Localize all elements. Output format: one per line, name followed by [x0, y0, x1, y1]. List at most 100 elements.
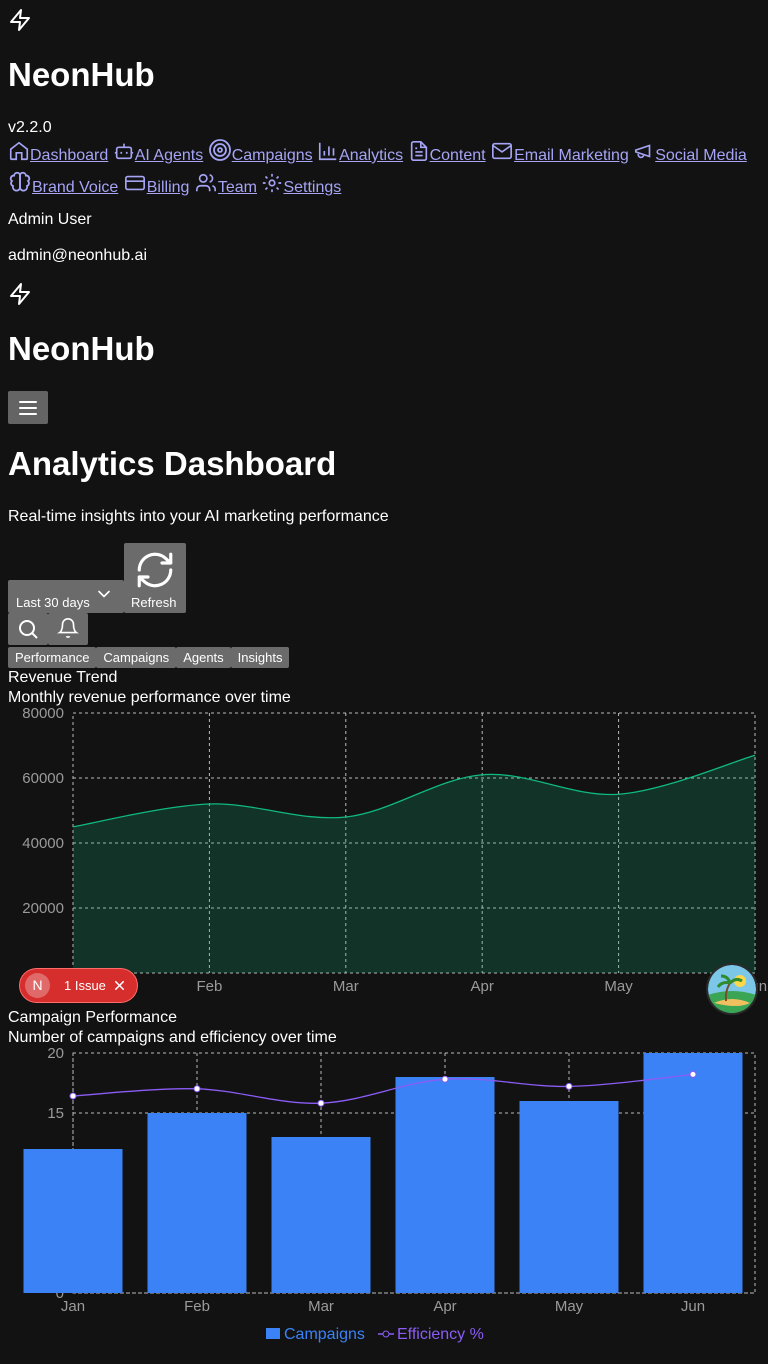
nav-item-brand-voice[interactable]: Brand Voice — [8, 171, 118, 196]
app-version: v2.2.0 — [8, 119, 52, 136]
legend-swatch-campaigns — [266, 1328, 280, 1339]
nav-label-brand-voice[interactable]: Brand Voice — [32, 179, 118, 196]
efficiency-point — [193, 1085, 201, 1093]
nav-item-dashboard[interactable]: Dashboard — [8, 141, 108, 164]
efficiency-point — [689, 1070, 697, 1078]
efficiency-point — [69, 1092, 77, 1100]
campaign-bar — [23, 1149, 123, 1293]
x-tick-label: Apr — [471, 978, 494, 995]
issue-avatar: N — [25, 973, 50, 998]
date-range-value: Last 30 days — [16, 595, 90, 610]
brain-icon — [8, 170, 32, 194]
nav-item-social-media[interactable]: Social Media — [633, 144, 747, 164]
page-title: Analytics Dashboard — [8, 445, 337, 482]
hamburger-menu-icon — [16, 396, 40, 420]
x-tick-label: Feb — [196, 978, 222, 995]
megaphone-icon — [633, 140, 655, 162]
campaign-bar — [395, 1077, 495, 1293]
y-tick-label: 20000 — [22, 900, 64, 917]
gear-icon — [261, 172, 283, 194]
legend-label-efficiency: Efficiency % — [397, 1326, 484, 1343]
menu-button[interactable] — [8, 391, 48, 424]
user-email: admin@neonhub.ai — [8, 247, 148, 264]
x-tick-label: Mar — [333, 978, 359, 995]
nav-label-settings[interactable]: Settings — [283, 179, 341, 196]
nav-label-social-media[interactable]: Social Media — [655, 147, 747, 164]
bar-chart-icon — [317, 140, 339, 162]
user-name: Admin User — [8, 211, 92, 228]
search-button[interactable] — [8, 613, 48, 645]
credit-card-icon — [123, 172, 147, 194]
efficiency-point — [317, 1099, 325, 1107]
nav-label-email-marketing[interactable]: Email Marketing — [514, 147, 629, 164]
users-icon — [194, 172, 218, 194]
bell-icon — [57, 617, 79, 639]
campaign-bar — [147, 1113, 247, 1293]
x-tick-label: Jun — [681, 1298, 705, 1315]
nav-label-ai-agents[interactable]: AI Agents — [135, 147, 204, 164]
page-subtitle: Real-time insights into your AI marketin… — [8, 508, 389, 525]
home-icon — [8, 140, 30, 162]
assistant-avatar[interactable] — [708, 965, 756, 1013]
file-text-icon — [408, 140, 430, 162]
nav-item-analytics[interactable]: Analytics — [317, 142, 403, 164]
nav-item-campaigns[interactable]: Campaigns — [208, 139, 313, 164]
y-tick-label: 15 — [47, 1105, 64, 1122]
x-tick-label: Mar — [308, 1298, 334, 1315]
nav-item-email-marketing[interactable]: Email Marketing — [490, 142, 629, 164]
nav-item-ai-agents[interactable]: AI Agents — [113, 143, 204, 164]
tabs-list: Performance Campaigns Agents Insights — [8, 647, 291, 668]
x-tick-label: May — [555, 1298, 584, 1315]
revenue-chart-title: Revenue Trend — [8, 669, 118, 686]
x-tick-label: Jan — [61, 1298, 85, 1315]
nav-item-settings[interactable]: Settings — [261, 173, 341, 196]
mail-icon — [490, 140, 514, 162]
y-tick-label: 60000 — [22, 770, 64, 787]
nav-item-team[interactable]: Team — [194, 173, 257, 196]
issues-badge[interactable]: N 1 Issue — [20, 969, 137, 1002]
target-icon — [208, 138, 232, 162]
tab-insights[interactable]: Insights — [230, 647, 290, 668]
y-tick-label: 80000 — [22, 705, 64, 722]
nav-label-team[interactable]: Team — [218, 179, 257, 196]
y-tick-label: 20 — [47, 1045, 64, 1062]
lightning-logo-icon — [8, 8, 32, 32]
tab-campaigns[interactable]: Campaigns — [96, 647, 177, 668]
campaign-chart: 01520Jan Feb Mar Apr May JunCampaigns Efficien… — [23, 1045, 756, 1343]
legend-label-campaigns: Campaigns — [284, 1326, 365, 1343]
revenue-chart: 20000400006000080000JanFebMarAprMayJun — [22, 705, 767, 995]
campaign-bar — [519, 1101, 619, 1293]
x-tick-label: May — [604, 978, 633, 995]
lightning-logo-icon — [8, 282, 32, 306]
header-brand: NeonHub — [8, 330, 155, 367]
refresh-label: Refresh — [131, 595, 177, 610]
nav-label-dashboard[interactable]: Dashboard — [30, 147, 108, 164]
nav-item-content[interactable]: Content — [408, 141, 486, 164]
refresh-icon — [134, 549, 176, 591]
tab-performance[interactable]: Performance — [8, 647, 97, 668]
efficiency-point — [565, 1082, 573, 1090]
bot-icon — [113, 140, 135, 162]
nav-label-content[interactable]: Content — [430, 147, 486, 164]
efficiency-line — [72, 1073, 694, 1104]
tab-agents[interactable]: Agents — [176, 647, 231, 668]
date-range-select[interactable]: Last 30 days — [8, 580, 124, 613]
close-icon[interactable] — [112, 978, 127, 993]
refresh-button[interactable]: Refresh — [124, 543, 186, 613]
notifications-button[interactable] — [48, 613, 88, 645]
chevron-down-icon — [94, 584, 114, 604]
x-tick-label: Feb — [184, 1298, 210, 1315]
issue-count-label: 1 Issue — [64, 978, 106, 993]
sidebar-brand: NeonHub — [8, 56, 155, 93]
nav-label-billing[interactable]: Billing — [147, 179, 190, 196]
search-icon — [16, 617, 40, 641]
x-tick-label: Apr — [433, 1298, 456, 1315]
nav-item-billing[interactable]: Billing — [123, 175, 190, 196]
sidebar-nav: Dashboard AI Agents Campaigns Analytics … — [8, 138, 748, 202]
nav-label-analytics[interactable]: Analytics — [339, 147, 403, 164]
campaign-chart-title: Campaign Performance — [8, 1009, 177, 1026]
legend-swatch-efficiency-dot — [382, 1330, 390, 1338]
campaign-bar — [643, 1053, 743, 1293]
efficiency-point — [441, 1075, 449, 1083]
nav-label-campaigns[interactable]: Campaigns — [232, 147, 313, 164]
